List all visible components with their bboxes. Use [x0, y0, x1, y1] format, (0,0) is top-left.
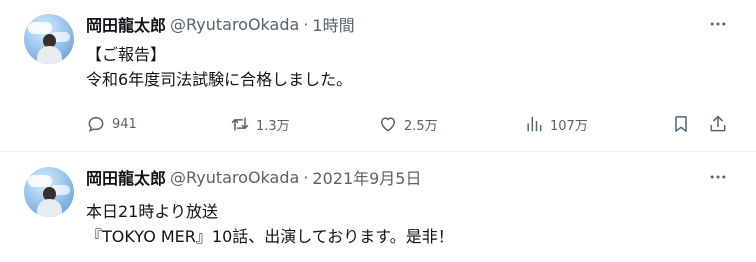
- share-icon: [710, 115, 726, 132]
- tweet-header: 岡田龍太郎 @RyutaroOkada · 2021年9月5日: [86, 165, 422, 189]
- retweet-count: 1.3万: [256, 118, 290, 134]
- timestamp[interactable]: 1時間: [312, 12, 354, 36]
- more-options-button[interactable]: [706, 165, 730, 189]
- views-icon: [527, 116, 542, 132]
- bookmark-icon: [675, 116, 687, 132]
- tweet-actions: 941 1.3万 2.5万 107万: [86, 112, 736, 136]
- reply-button[interactable]: 941: [86, 112, 137, 136]
- user-handle[interactable]: @RyutaroOkada: [170, 168, 299, 187]
- tweet-line: 『TOKYO MER』10話、出演しております。是非！: [86, 227, 454, 246]
- display-name[interactable]: 岡田龍太郎: [86, 165, 166, 189]
- tweet[interactable]: 岡田龍太郎 @RyutaroOkada · 2021年9月5日 本日21時より放…: [0, 153, 756, 262]
- retweet-icon: [231, 117, 249, 131]
- share-button[interactable]: [708, 112, 728, 136]
- retweet-button[interactable]: 1.3万: [230, 112, 290, 136]
- tweet-text: 本日21時より放送 『TOKYO MER』10話、出演しております。是非！: [86, 199, 454, 249]
- like-button[interactable]: 2.5万: [378, 112, 438, 136]
- timestamp[interactable]: 2021年9月5日: [312, 165, 421, 189]
- tweet-header: 岡田龍太郎 @RyutaroOkada · 1時間: [86, 12, 355, 36]
- tweet-line: 本日21時より放送: [86, 202, 219, 221]
- views-count: 107万: [550, 118, 588, 134]
- separator: ·: [303, 14, 309, 34]
- tweet-line: 令和6年度司法試験に合格しました。: [86, 70, 353, 89]
- avatar[interactable]: [24, 167, 74, 217]
- more-options-button[interactable]: [706, 12, 730, 36]
- separator: ·: [303, 167, 309, 187]
- user-handle[interactable]: @RyutaroOkada: [170, 15, 299, 34]
- heart-icon: [381, 117, 395, 132]
- reply-count: 941: [112, 116, 137, 132]
- reply-icon: [88, 116, 104, 133]
- like-count: 2.5万: [404, 118, 438, 134]
- tweet[interactable]: 岡田龍太郎 @RyutaroOkada · 1時間 【ご報告】 令和6年度司法試…: [0, 0, 756, 152]
- avatar[interactable]: [24, 14, 74, 64]
- display-name[interactable]: 岡田龍太郎: [86, 12, 166, 36]
- more-horizontal-icon: [710, 175, 726, 179]
- tweet-line: 【ご報告】: [86, 45, 167, 64]
- more-horizontal-icon: [710, 22, 726, 26]
- views-button[interactable]: 107万: [524, 112, 588, 136]
- bookmark-button[interactable]: [671, 112, 691, 136]
- tweet-text: 【ご報告】 令和6年度司法試験に合格しました。: [86, 42, 352, 92]
